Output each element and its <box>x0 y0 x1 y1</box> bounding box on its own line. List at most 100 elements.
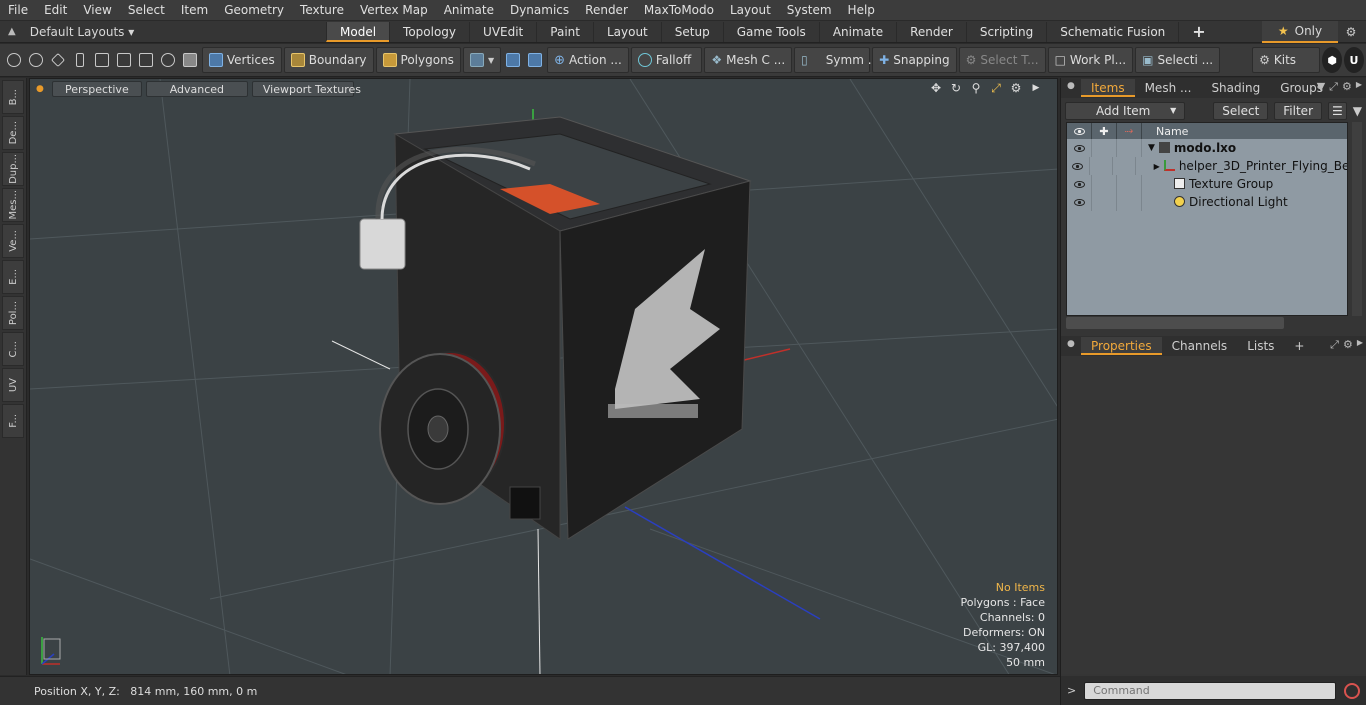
tab-model[interactable]: Model <box>326 21 390 42</box>
menu-geometry[interactable]: Geometry <box>216 0 292 21</box>
properties-expand-icon[interactable]: ⤢ <box>1330 338 1339 352</box>
tab-properties[interactable]: Properties <box>1081 337 1162 355</box>
filter-button[interactable]: Filter <box>1274 102 1322 120</box>
tab-uvedit[interactable]: UVEdit <box>469 21 536 42</box>
add-item-button[interactable]: Add Item ▼ <box>1065 102 1186 120</box>
tab-render[interactable]: Render <box>896 21 966 42</box>
left-tab-polygon[interactable]: Pol... <box>2 296 24 330</box>
tab-game-tools[interactable]: Game Tools <box>722 21 819 42</box>
visibility-eye-icon[interactable] <box>1067 175 1092 193</box>
pen-tool-icon[interactable] <box>48 47 68 73</box>
advanced-button[interactable]: Advanced <box>145 81 248 97</box>
menu-layout[interactable]: Layout <box>722 0 779 21</box>
tree-row[interactable]: Texture Group <box>1067 175 1347 193</box>
tab-animate[interactable]: Animate <box>818 21 896 42</box>
align-icon[interactable] <box>92 47 112 73</box>
menu-render[interactable]: Render <box>577 0 636 21</box>
tab-lists[interactable]: Lists <box>1237 337 1284 355</box>
only-button[interactable]: ★ Only <box>1262 21 1338 43</box>
tree-horizontal-scrollbar[interactable] <box>1066 317 1284 329</box>
render-column-icon[interactable]: ⤑ <box>1117 123 1142 139</box>
left-tab-uv[interactable]: UV <box>2 368 24 402</box>
panel-gear-icon[interactable]: ⚙ <box>1342 80 1352 94</box>
tab-setup[interactable]: Setup <box>660 21 723 42</box>
visibility-column-eye-icon[interactable] <box>1067 123 1092 139</box>
menu-vertex-map[interactable]: Vertex Map <box>352 0 436 21</box>
selection-sets-button[interactable]: ▣ Selecti ... <box>1135 47 1221 73</box>
transform-icon[interactable] <box>114 47 134 73</box>
tree-vertical-scrollbar[interactable] <box>1352 122 1362 316</box>
tab-layout[interactable]: Layout <box>592 21 661 42</box>
tab-scripting[interactable]: Scripting <box>965 21 1046 42</box>
tab-schematic-fusion[interactable]: Schematic Fusion <box>1046 21 1178 42</box>
properties-gear-icon[interactable]: ⚙ <box>1343 338 1353 352</box>
material-mode-button[interactable]: ▼ <box>462 47 502 73</box>
left-tab-mesh-edit[interactable]: Mes... <box>2 188 24 222</box>
panel-expand-icon[interactable]: ⤢ <box>1329 80 1338 94</box>
select-circle-icon[interactable] <box>4 47 24 73</box>
select-button[interactable]: Select <box>1213 102 1269 120</box>
layout-settings-gear-icon[interactable]: ⚙ <box>1342 23 1360 41</box>
vertices-button[interactable]: Vertices <box>201 47 282 73</box>
menu-item[interactable]: Item <box>173 0 216 21</box>
visibility-eye-icon[interactable] <box>1067 193 1092 211</box>
tab-items[interactable]: Items <box>1081 79 1135 97</box>
expand-triangle-icon[interactable]: ▼ <box>1148 143 1155 153</box>
viewport-menu-dot-icon[interactable]: ● <box>36 84 44 94</box>
perspective-button[interactable]: Perspective <box>51 81 142 97</box>
add-tab-button[interactable]: + <box>1178 21 1218 42</box>
tree-row[interactable]: ▼ modo.lxo <box>1067 139 1347 157</box>
work-plane-button[interactable]: □ Work Pl... <box>1047 47 1134 73</box>
menu-file[interactable]: File <box>0 0 36 21</box>
kits-button[interactable]: ⚙ Kits <box>1252 47 1321 73</box>
lock-column-icon[interactable]: ✚ <box>1092 123 1117 139</box>
properties-menu-dot-icon[interactable]: ● <box>1067 339 1075 349</box>
tree-row[interactable]: ▶ helper_3D_Printer_Flying_Be ... <box>1067 157 1347 175</box>
brush-icon[interactable] <box>70 47 90 73</box>
panel-arrow-icon[interactable]: ▶ <box>1356 80 1362 94</box>
left-tab-basic[interactable]: B... <box>2 80 24 114</box>
filter-funnel-icon[interactable]: ▼ <box>1353 104 1362 118</box>
tab-channels[interactable]: Channels <box>1162 337 1238 355</box>
3d-viewport[interactable]: ● Perspective Advanced Viewport Textures… <box>29 78 1058 675</box>
left-tab-vertex[interactable]: Ve... <box>2 224 24 258</box>
symmetry-shield-icon[interactable] <box>503 47 523 73</box>
menu-edit[interactable]: Edit <box>36 0 75 21</box>
tree-row[interactable]: Directional Light <box>1067 193 1347 211</box>
unity-icon[interactable]: ⬢ <box>1322 47 1343 73</box>
layout-selector[interactable]: ▲ Default Layouts ▾ <box>0 21 326 43</box>
mesh-constraint-button[interactable]: ❖ Mesh C ... <box>704 47 793 73</box>
add-panel-tab-button[interactable]: + <box>1284 337 1314 355</box>
panel-menu-dot-icon[interactable]: ● <box>1067 81 1075 91</box>
circle-tool-icon[interactable] <box>158 47 178 73</box>
menu-texture[interactable]: Texture <box>292 0 352 21</box>
left-tab-curve[interactable]: C... <box>2 332 24 366</box>
action-center-button[interactable]: ⊕ Action ... <box>547 47 629 73</box>
left-tab-duplicate[interactable]: Dup... <box>2 152 24 186</box>
menu-select[interactable]: Select <box>120 0 173 21</box>
left-tab-fusion[interactable]: F... <box>2 404 24 438</box>
panel-dropdown-icon[interactable]: ▼ <box>1317 80 1325 94</box>
boundary-button[interactable]: Boundary <box>283 47 374 73</box>
menu-dynamics[interactable]: Dynamics <box>502 0 577 21</box>
element-icon[interactable] <box>136 47 156 73</box>
name-column-header[interactable]: Name <box>1142 125 1188 138</box>
menu-help[interactable]: Help <box>840 0 883 21</box>
left-tab-edge[interactable]: E... <box>2 260 24 294</box>
tab-topology[interactable]: Topology <box>389 21 469 42</box>
tab-mesh-ops[interactable]: Mesh ... <box>1135 79 1202 97</box>
properties-arrow-icon[interactable]: ▶ <box>1357 338 1363 352</box>
tab-paint[interactable]: Paint <box>536 21 593 42</box>
symmetry-button[interactable]: ▯ Symm ... <box>794 47 879 73</box>
command-record-icon[interactable] <box>1344 682 1361 699</box>
collapse-icon[interactable]: ☰ <box>1328 102 1347 120</box>
polygons-button[interactable]: Polygons <box>375 47 461 73</box>
select-through-button[interactable]: ⚙ Select T... <box>958 47 1046 73</box>
command-input[interactable] <box>1084 681 1337 700</box>
item-mode-icon[interactable] <box>180 47 200 73</box>
left-tab-deform[interactable]: De... <box>2 116 24 150</box>
unreal-icon[interactable]: U <box>1344 47 1365 73</box>
globe-icon[interactable] <box>26 47 46 73</box>
falloff-button[interactable]: Falloff <box>630 47 703 73</box>
tab-shading[interactable]: Shading <box>1201 79 1270 97</box>
